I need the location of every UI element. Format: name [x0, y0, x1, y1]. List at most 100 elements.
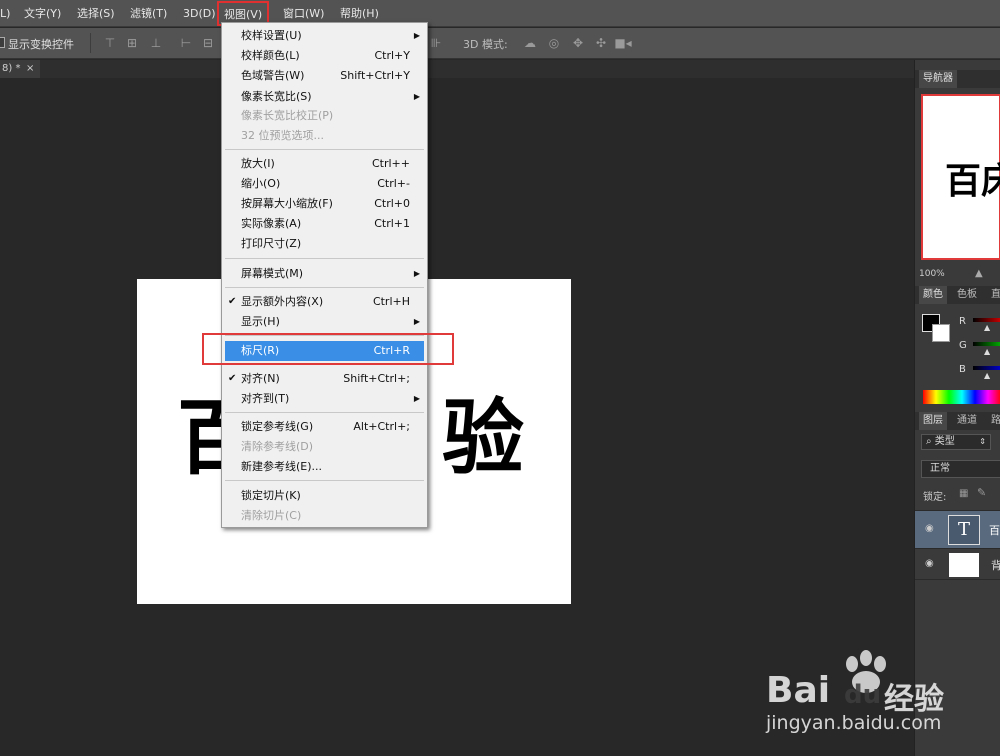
menu-item-32bit-preview: 32 位预览选项...	[241, 129, 324, 142]
menu-item-pixel-aspect-ratio[interactable]: 像素长宽比(S) ▶	[222, 87, 427, 107]
channel-b-label: B	[959, 364, 966, 375]
g-slider-thumb-icon[interactable]: ▲	[984, 347, 990, 356]
channel-r-label: R	[959, 316, 966, 327]
channel-b-slider[interactable]	[973, 366, 1000, 370]
align-top-icon[interactable]: ⊤	[104, 37, 116, 49]
menu-filter[interactable]: 滤镜(T)	[130, 0, 167, 27]
tab-navigator[interactable]: 导航器	[919, 70, 957, 88]
checkmark-icon: ✔	[228, 373, 237, 384]
canvas-text-right: 验	[442, 390, 525, 486]
tab-color[interactable]: 颜色	[919, 286, 947, 304]
navigator-preview-text: 百床	[945, 160, 1000, 202]
navigator-zoom-value[interactable]: 100%	[919, 269, 945, 279]
layers-tabrow: 图层 通道 路	[915, 412, 1000, 430]
options-bar: 显示变换控件 ⊤ ⊞ ⊥ ⊢ ⊟ ⊪ 3D 模式: ☁ ◎ ✥ ✣ ■◂	[0, 28, 1000, 59]
align-hcenter-icon[interactable]: ⊟	[202, 37, 214, 49]
lock-transparent-icon[interactable]: ▦	[959, 488, 968, 499]
tab-strip	[40, 60, 914, 78]
align-left-icon[interactable]: ⊢	[180, 37, 192, 49]
distribute-icon[interactable]: ⊪	[430, 37, 442, 49]
menu-item-gamut-warning[interactable]: 色域警告(W) Shift+Ctrl+Y	[222, 66, 427, 86]
layer-filter-label: 类型	[934, 436, 955, 447]
b-slider-thumb-icon[interactable]: ▲	[984, 371, 990, 380]
watermark-url: jingyan.baidu.com	[766, 712, 942, 734]
tab-layers[interactable]: 图层	[919, 412, 947, 430]
menu-item-fit-screen[interactable]: 按屏幕大小缩放(F) Ctrl+0	[222, 194, 427, 214]
menu-item-print-size[interactable]: 打印尺寸(Z)	[222, 234, 427, 254]
tab-swatches[interactable]: 色板	[953, 286, 981, 304]
3d-drag-icon[interactable]: ✥	[570, 37, 586, 49]
annotation-highlight-box	[202, 333, 454, 365]
menu-item-lock-slices[interactable]: 锁定切片(K)	[222, 486, 427, 506]
checkmark-icon: ✔	[228, 296, 237, 307]
show-transform-checkbox[interactable]	[0, 37, 5, 48]
3d-roll-icon[interactable]: ◎	[546, 37, 562, 49]
navigator-tabrow: 导航器	[915, 70, 1000, 88]
menu-separator	[225, 412, 424, 413]
r-slider-thumb-icon[interactable]: ▲	[984, 323, 990, 332]
zoom-out-icon[interactable]: ▲	[975, 268, 983, 279]
align-bottom-icon[interactable]: ⊥	[150, 37, 162, 49]
menu-separator	[225, 287, 424, 288]
menubar: L) 文字(Y) 选择(S) 滤镜(T) 3D(D) 视图(V) 窗口(W) 帮…	[0, 0, 1000, 27]
3d-slide-icon[interactable]: ✣	[593, 37, 609, 49]
view-menu-dropdown: 校样设置(U) ▶ 校样颜色(L) Ctrl+Y 色域警告(W) Shift+Ctrl…	[221, 22, 428, 528]
eye-icon[interactable]: ◉	[925, 523, 934, 534]
menu-select[interactable]: 选择(S)	[77, 0, 115, 27]
updown-icon: ⇕	[979, 437, 986, 446]
search-icon: ⌕	[926, 436, 932, 447]
watermark-brand-du: du	[844, 680, 882, 710]
layer-row-background[interactable]: ◉ 背	[915, 548, 1000, 580]
navigator-zoom-row: 100% ▲	[915, 268, 1000, 284]
menu-item-clear-slices: 清除切片(C)	[241, 509, 302, 522]
menu-item-new-guide[interactable]: 新建参考线(E)...	[222, 457, 427, 477]
menu-item-zoom-in[interactable]: 放大(I) Ctrl++	[222, 154, 427, 174]
close-tab-icon[interactable]: ×	[26, 60, 34, 78]
navigator-preview[interactable]: 百床	[921, 94, 1000, 260]
menu-separator	[225, 149, 424, 150]
menu-item-pixel-aspect-correction: 像素长宽比校正(P)	[241, 109, 334, 122]
menu-3d[interactable]: 3D(D)	[183, 0, 216, 27]
layer-row-text[interactable]: ◉ T 百	[915, 510, 1000, 548]
tab-adjust[interactable]: 直	[987, 286, 1000, 304]
eye-icon[interactable]: ◉	[925, 558, 934, 569]
menu-item-proof-setup[interactable]: 校样设置(U) ▶	[222, 26, 427, 46]
blend-mode-select[interactable]: 正常	[921, 460, 1000, 478]
menu-separator	[225, 258, 424, 259]
baidu-jingyan-watermark: Bai du 经验 jingyan.baidu.com	[760, 650, 1000, 740]
watermark-brand: Bai	[766, 670, 831, 711]
menu-item-zoom-out[interactable]: 缩小(O) Ctrl+-	[222, 174, 427, 194]
lock-paint-icon[interactable]: ✎	[977, 486, 986, 499]
menu-separator	[225, 480, 424, 481]
menu-item-actual-pixels[interactable]: 实际像素(A) Ctrl+1	[222, 214, 427, 234]
channel-g-label: G	[959, 340, 967, 351]
menu-item-proof-colors[interactable]: 校样颜色(L) Ctrl+Y	[222, 46, 427, 66]
align-vcenter-icon[interactable]: ⊞	[126, 37, 138, 49]
menu-item-lock-guides[interactable]: 锁定参考线(G) Alt+Ctrl+;	[222, 417, 427, 437]
3d-rotate-icon[interactable]: ☁	[522, 37, 538, 49]
menu-item-screen-mode[interactable]: 屏幕模式(M) ▶	[222, 264, 427, 284]
show-transform-label: 显示变换控件	[8, 38, 74, 51]
background-color-swatch[interactable]	[932, 324, 950, 342]
menu-item-clear-guides: 清除参考线(D)	[241, 440, 314, 453]
color-tabrow: 颜色 色板 直	[915, 286, 1000, 304]
layer-name[interactable]: 百	[989, 522, 1000, 538]
menu-type[interactable]: 文字(Y)	[24, 0, 61, 27]
3d-camera-icon[interactable]: ■◂	[614, 37, 632, 49]
document-tab-title: 8) *	[2, 63, 21, 74]
document-tab[interactable]: 8) * ×	[0, 60, 40, 78]
menu-item-snap[interactable]: ✔ 对齐(N) Shift+Ctrl+;	[222, 369, 427, 389]
channel-g-slider[interactable]	[973, 342, 1000, 346]
channel-r-slider[interactable]	[973, 318, 1000, 322]
tab-paths[interactable]: 路	[987, 412, 1000, 430]
menu-item-show[interactable]: 显示(H) ▶	[222, 312, 427, 332]
lock-label: 锁定:	[923, 492, 947, 503]
menu-item-extras[interactable]: ✔ 显示额外内容(X) Ctrl+H	[222, 292, 427, 312]
menu-item-snap-to[interactable]: 对齐到(T) ▶	[222, 389, 427, 409]
layer-filter-select[interactable]: ⌕ 类型 ⇕	[921, 434, 991, 450]
divider	[90, 33, 91, 53]
menu-image[interactable]: L)	[0, 0, 10, 27]
layer-name[interactable]: 背	[991, 557, 1000, 573]
tab-channels[interactable]: 通道	[953, 412, 981, 430]
color-spectrum-bar[interactable]	[923, 390, 1000, 404]
